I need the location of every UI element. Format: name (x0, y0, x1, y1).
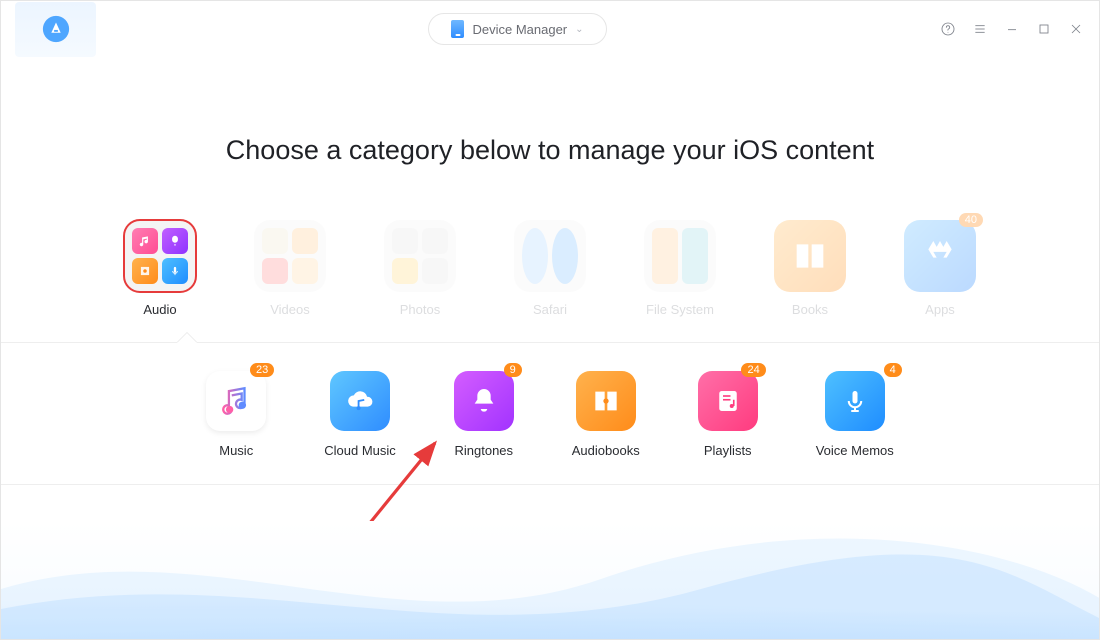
close-button[interactable] (1067, 20, 1085, 38)
category-label: Safari (514, 302, 586, 317)
books-icon (774, 220, 846, 292)
category-safari[interactable]: Safari (514, 220, 586, 317)
footer-wave (1, 521, 1099, 639)
category-label: Apps (904, 302, 976, 317)
badge-count: 24 (741, 363, 765, 377)
sub-label: Cloud Music (324, 443, 396, 458)
sub-label: Playlists (698, 443, 758, 458)
titlebar: Device Manager ⌄ (1, 1, 1099, 57)
ringtones-icon (454, 371, 514, 431)
sub-voicememos[interactable]: 4 Voice Memos (816, 371, 894, 458)
page-title: Choose a category below to manage your i… (1, 135, 1099, 166)
subcategory-panel: 23 Music Cloud Music 9 Ringtones Audiobo… (1, 342, 1099, 485)
app-logo (15, 2, 96, 57)
phone-icon (451, 20, 464, 38)
badge-count: 4 (884, 363, 902, 377)
cloud-music-icon (330, 371, 390, 431)
category-photos[interactable]: Photos (384, 220, 456, 317)
device-dropdown[interactable]: Device Manager ⌄ (428, 13, 606, 45)
sub-ringtones[interactable]: 9 Ringtones (454, 371, 514, 458)
window-buttons (939, 20, 1085, 38)
sub-music[interactable]: 23 Music (206, 371, 266, 458)
sub-label: Ringtones (454, 443, 514, 458)
music-icon (206, 371, 266, 431)
category-label: Photos (384, 302, 456, 317)
menu-button[interactable] (971, 20, 989, 38)
apps-icon (904, 220, 976, 292)
audiobooks-icon (576, 371, 636, 431)
badge-count: 23 (250, 363, 274, 377)
device-dropdown-label: Device Manager (472, 22, 567, 37)
photos-icon (384, 220, 456, 292)
help-button[interactable] (939, 20, 957, 38)
category-books[interactable]: Books (774, 220, 846, 317)
videos-icon (254, 220, 326, 292)
category-label: Audio (124, 302, 196, 317)
audio-icon (124, 220, 196, 292)
sub-audiobooks[interactable]: Audiobooks (572, 371, 640, 458)
voicememos-icon (825, 371, 885, 431)
badge-count: 40 (959, 213, 983, 227)
category-apps[interactable]: 40 Apps (904, 220, 976, 317)
chevron-down-icon: ⌄ (575, 24, 583, 35)
sub-cloudmusic[interactable]: Cloud Music (324, 371, 396, 458)
category-row: Audio Videos Photos Safari File (1, 220, 1099, 317)
category-filesystem[interactable]: File System (644, 220, 716, 317)
sub-label: Audiobooks (572, 443, 640, 458)
category-label: File System (644, 302, 716, 317)
sub-label: Voice Memos (816, 443, 894, 458)
sub-playlists[interactable]: 24 Playlists (698, 371, 758, 458)
minimize-button[interactable] (1003, 20, 1021, 38)
filesystem-icon (644, 220, 716, 292)
category-label: Videos (254, 302, 326, 317)
category-audio[interactable]: Audio (124, 220, 196, 317)
category-videos[interactable]: Videos (254, 220, 326, 317)
playlists-icon (698, 371, 758, 431)
badge-count: 9 (504, 363, 522, 377)
sub-label: Music (206, 443, 266, 458)
safari-icon (514, 220, 586, 292)
selection-pointer (177, 333, 197, 343)
maximize-button[interactable] (1035, 20, 1053, 38)
category-label: Books (774, 302, 846, 317)
